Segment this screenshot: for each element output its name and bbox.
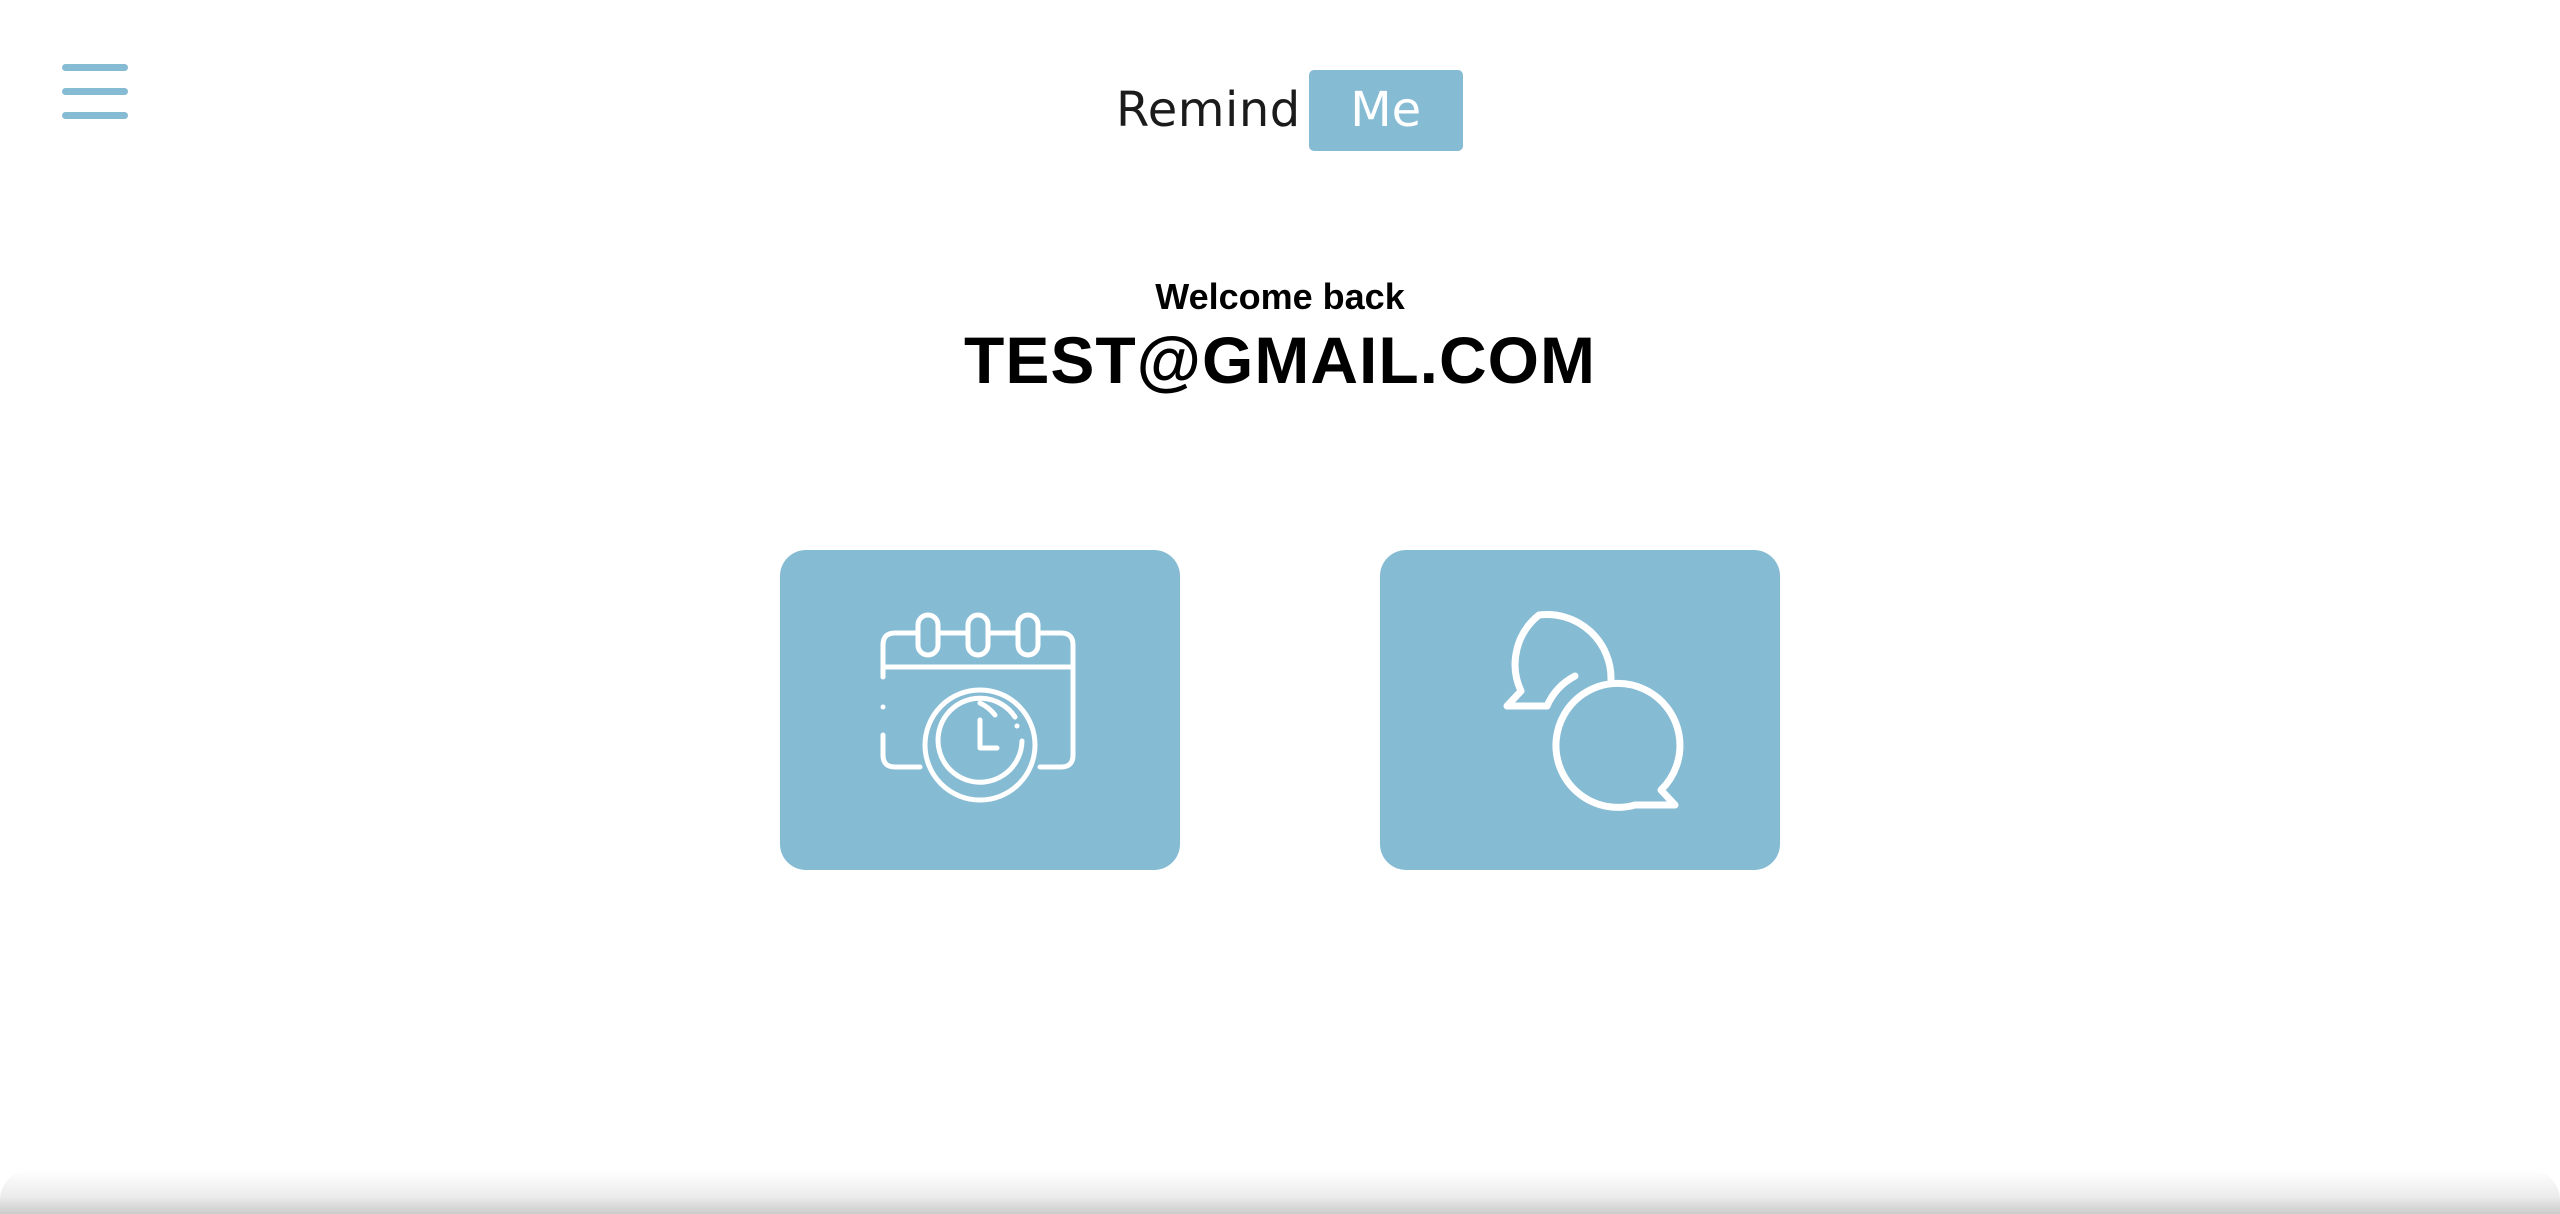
calendar-clock-icon [880,612,1076,803]
menu-bar-icon [62,88,128,95]
logo-badge: Me [1308,69,1463,151]
welcome-text: Welcome back [1155,276,1405,317]
page: Remind Me Welcome back TEST@GMAIL.COM [0,0,2560,1214]
app-logo[interactable]: Remind Me [1116,69,1463,151]
chat-bubbles-icon [1503,611,1684,811]
menu-bar-icon [62,112,128,119]
logo-word: Remind [1116,82,1301,138]
reminders-tile-button[interactable] [780,550,1180,870]
bottom-shadow [0,1170,2560,1214]
hamburger-menu-button[interactable] [62,64,128,120]
messages-tile-button[interactable] [1380,550,1780,870]
menu-bar-icon [62,64,128,71]
user-email: TEST@GMAIL.COM [964,323,1596,397]
